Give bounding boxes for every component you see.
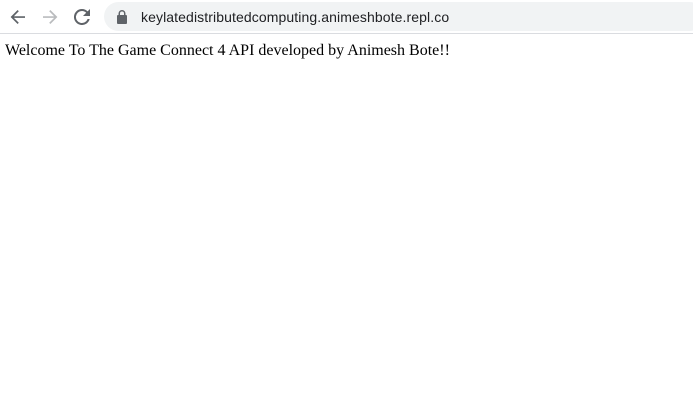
page-content: Welcome To The Game Connect 4 API develo… [0, 35, 693, 415]
forward-button[interactable] [36, 3, 64, 31]
browser-toolbar: keylatedistributedcomputing.animeshbote.… [0, 0, 693, 34]
reload-button[interactable] [68, 3, 96, 31]
reload-icon [74, 9, 90, 25]
back-button[interactable] [4, 3, 32, 31]
arrow-left-icon [10, 9, 26, 25]
welcome-message: Welcome To The Game Connect 4 API develo… [5, 42, 450, 59]
url-text[interactable]: keylatedistributedcomputing.animeshbote.… [141, 9, 449, 25]
lock-icon[interactable] [115, 9, 129, 24]
address-bar[interactable]: keylatedistributedcomputing.animeshbote.… [104, 2, 693, 31]
arrow-right-icon [42, 9, 58, 25]
